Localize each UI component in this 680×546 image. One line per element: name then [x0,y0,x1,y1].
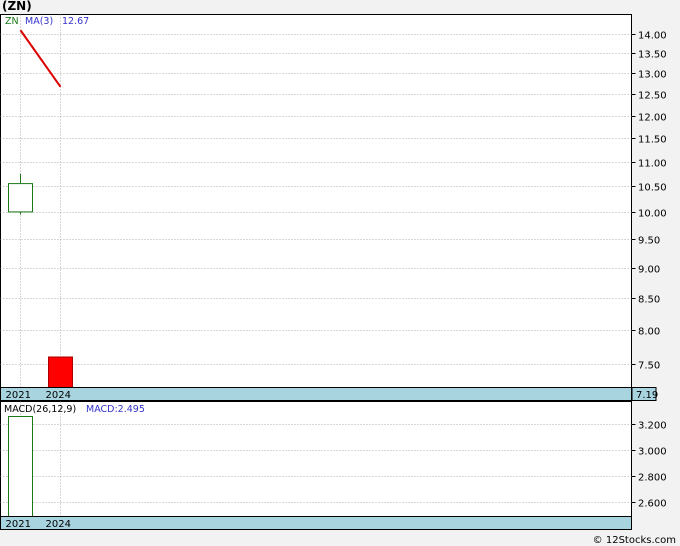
legend-ticker: ZN [5,16,19,27]
price-tick-label: 12.00 [638,113,667,124]
macd-x-band [0,516,632,530]
macd-tick-label: 2.800 [638,473,667,484]
price-x-label: 2021 [6,390,31,401]
price-tick-label: 14.00 [638,31,667,42]
price-tick-label: 9.00 [638,265,660,276]
price-tick-label: 12.50 [638,91,667,102]
price-tick-label: 11.00 [638,159,667,170]
macd-tick-label: 2.600 [638,499,667,510]
legend-ma-value: 12.67 [62,16,89,27]
macd-marks [8,416,33,517]
price-tick-label: 10.00 [638,209,667,220]
legend-ma-label: MA(3) [25,16,53,27]
macd-tick-label: 3.000 [638,447,667,458]
price-x-label: 2024 [46,390,71,401]
candle-down [48,356,73,388]
price-tick-label: 13.50 [638,50,667,61]
macd-x-label: 2024 [46,519,71,530]
macd-tick-label: 3.200 [638,421,667,432]
price-tick-label: 11.50 [638,135,667,146]
price-tick-label: 7.50 [638,361,660,372]
macd-y-axis: 3.200 3.000 2.800 2.600 [631,421,667,510]
chart-title: (ZN) [2,0,32,13]
macd-value-label: MACD:2.495 [86,404,145,415]
macd-x-label: 2021 [6,519,31,530]
price-tick-label: 13.00 [638,70,667,81]
copyright-text: © 12Stocks.com [593,535,676,546]
price-tick-label: 8.50 [638,295,660,306]
price-y-axis: 14.00 13.50 13.00 12.50 12.00 11.50 11.00 10.50… [631,31,667,372]
price-tick-label: 8.00 [638,327,660,338]
price-tick-label: 10.50 [638,183,667,194]
last-price-label: 7.19 [636,390,658,401]
price-tick-label: 9.50 [638,236,660,247]
stock-chart: (ZN) 14.00 13.50 13.00 12.50 12.00 11.50 11.00… [0,0,676,546]
macd-bar [8,416,33,517]
candle-up [8,183,33,213]
macd-panel [0,401,632,517]
price-panel [0,14,632,388]
macd-label: MACD(26,12,9) [4,404,76,415]
price-x-band [0,387,632,401]
